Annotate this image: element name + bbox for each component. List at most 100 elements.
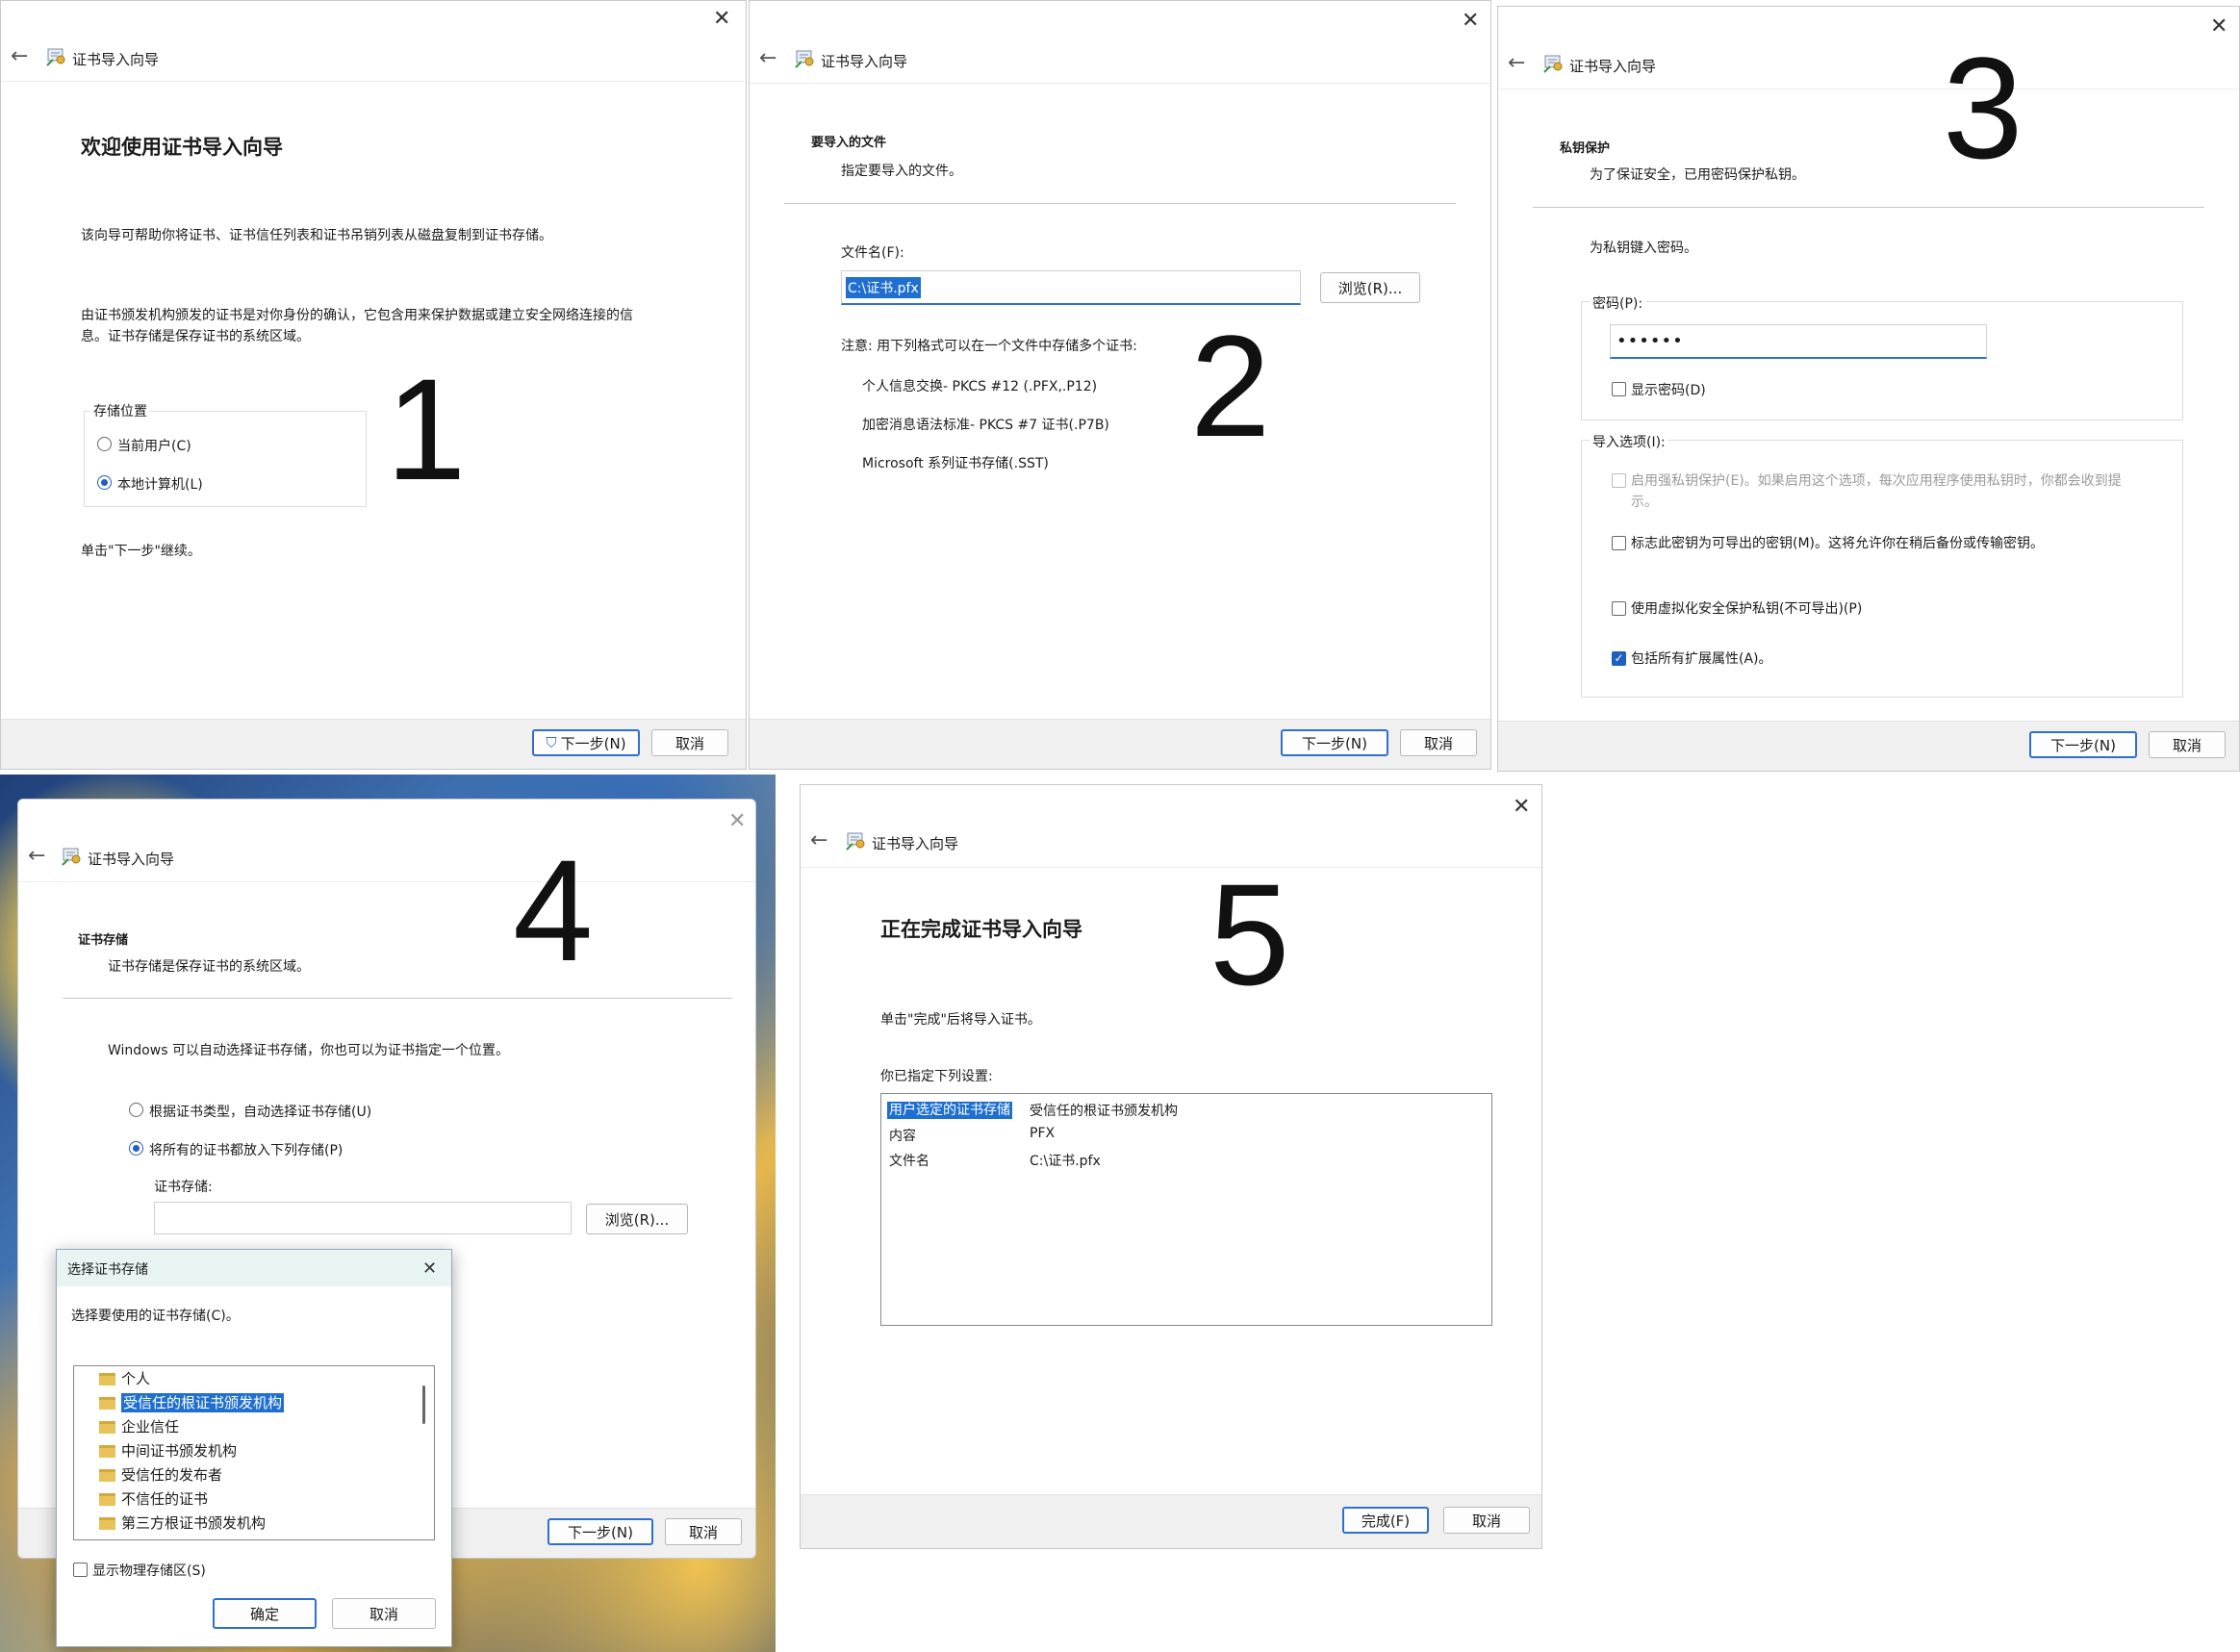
window-title: 证书导入向导 — [88, 851, 175, 868]
description-line2: 息。证书存储是保存证书的系统区域。 — [81, 329, 310, 344]
certificate-icon — [45, 46, 68, 67]
tree-item[interactable]: 不信任的证书 — [99, 1488, 208, 1509]
browse-button[interactable]: 浏览(R)... — [1320, 272, 1420, 303]
tree-item[interactable]: 个人 — [99, 1368, 150, 1388]
title-bar — [750, 1, 1490, 84]
cancel-button[interactable]: 取消 — [651, 729, 728, 756]
tree-item[interactable]: 企业信任 — [99, 1416, 179, 1436]
cancel-button[interactable]: 取消 — [1400, 729, 1477, 756]
exportable-key-checkbox[interactable] — [1612, 536, 1626, 550]
settings-key-text: 用户选定的证书存储 — [887, 1102, 1012, 1119]
wizard-window-step5: ✕ ← 证书导入向导 正在完成证书导入向导 单击"完成"后将导入证书。 你已指定… — [800, 784, 1542, 1549]
store-location-label: 存储位置 — [90, 401, 150, 420]
certificate-icon — [1542, 53, 1565, 74]
dialog-cancel-button[interactable]: 取消 — [332, 1598, 436, 1629]
shield-icon: ⛉ — [546, 734, 557, 751]
back-arrow-icon[interactable]: ← — [759, 48, 776, 69]
close-icon[interactable]: ✕ — [2210, 16, 2227, 38]
back-arrow-icon[interactable]: ← — [1508, 53, 1525, 74]
settings-value: 受信任的根证书颁发机构 — [1030, 1104, 1178, 1119]
section-title: 要导入的文件 — [811, 136, 887, 150]
cancel-button[interactable]: 取消 — [2149, 731, 2226, 758]
settings-label: 你已指定下列设置: — [880, 1069, 993, 1084]
tree-item-label: 企业信任 — [121, 1418, 180, 1436]
browse-button[interactable]: 浏览(R)... — [586, 1204, 688, 1234]
show-physical-checkbox[interactable] — [73, 1563, 88, 1577]
ok-button[interactable]: 确定 — [213, 1598, 317, 1629]
tree-item[interactable]: 中间证书颁发机构 — [99, 1440, 237, 1461]
close-icon[interactable]: ✕ — [728, 811, 746, 832]
settings-list[interactable]: 用户选定的证书存储 受信任的根证书颁发机构 内容 PFX 文件名 C:\证书.p… — [880, 1093, 1492, 1326]
current-user-label: 当前用户(C) — [117, 439, 191, 454]
back-arrow-icon[interactable]: ← — [810, 830, 827, 851]
settings-value: PFX — [1030, 1126, 1056, 1141]
tree-item-label: 受信任的根证书颁发机构 — [121, 1393, 285, 1412]
close-icon[interactable]: ✕ — [1513, 797, 1530, 818]
cancel-button[interactable]: 取消 — [1443, 1507, 1530, 1534]
close-icon[interactable]: ✕ — [1462, 11, 1479, 32]
next-button[interactable]: ⛉ 下一步(N) — [532, 729, 640, 756]
folder-icon — [99, 1493, 115, 1506]
local-machine-label: 本地计算机(L) — [117, 477, 203, 493]
show-physical-label: 显示物理存储区(S) — [92, 1563, 206, 1579]
auto-select-label: 根据证书类型，自动选择证书存储(U) — [149, 1105, 372, 1120]
password-input[interactable]: •••••• — [1610, 324, 1987, 359]
title-bar — [801, 785, 1541, 868]
filename-input[interactable]: C:\证书.pfx — [841, 270, 1301, 305]
intro-text: 该向导可帮助你将证书、证书信任列表和证书吊销列表从磁盘复制到证书存储。 — [81, 228, 552, 243]
auto-select-radio[interactable] — [129, 1103, 143, 1117]
folder-icon — [99, 1421, 115, 1434]
filename-label: 文件名(F): — [841, 245, 904, 261]
extended-properties-checkbox[interactable]: ✓ — [1612, 651, 1626, 666]
show-password-label: 显示密码(D) — [1631, 383, 1706, 398]
next-button[interactable]: 下一步(N) — [1281, 729, 1388, 756]
title-bar — [1498, 7, 2239, 89]
current-user-radio[interactable] — [97, 437, 112, 451]
local-machine-radio[interactable] — [97, 475, 112, 490]
back-arrow-icon[interactable]: ← — [28, 846, 45, 867]
tree-item-label: 受信任的发布者 — [121, 1466, 223, 1484]
finish-instruction: 单击"完成"后将导入证书。 — [880, 1012, 1041, 1028]
back-arrow-icon[interactable]: ← — [11, 46, 28, 67]
dialog-title: 选择证书存储 — [67, 1262, 148, 1278]
wizard-footer: 下一步(N) 取消 — [1498, 721, 2239, 771]
cert-store-input[interactable] — [154, 1202, 572, 1234]
dialog-prompt: 选择要使用的证书存储(C)。 — [71, 1309, 240, 1324]
extended-properties-label: 包括所有扩展属性(A)。 — [1631, 651, 1772, 667]
divider — [784, 203, 1456, 204]
manual-store-radio[interactable] — [129, 1141, 143, 1156]
strong-protection-checkbox[interactable] — [1612, 473, 1626, 488]
next-button[interactable]: 下一步(N) — [2029, 731, 2137, 758]
tree-item[interactable]: 受信任的发布者 — [99, 1464, 222, 1485]
vbs-protection-checkbox[interactable] — [1612, 601, 1626, 616]
tree-item-label: 中间证书颁发机构 — [121, 1442, 238, 1460]
cancel-button[interactable]: 取消 — [665, 1518, 742, 1545]
show-password-checkbox[interactable] — [1612, 382, 1626, 396]
step-number: 4 — [513, 829, 594, 991]
folder-icon — [99, 1469, 115, 1482]
tree-item[interactable]: 第三方根证书颁发机构 — [99, 1512, 266, 1533]
section-subtitle: 指定要导入的文件。 — [841, 164, 962, 179]
close-icon[interactable]: ✕ — [713, 9, 730, 30]
section-title: 证书存储 — [78, 933, 129, 948]
wizard-footer: 下一步(N) 取消 — [750, 719, 1490, 769]
folder-icon — [99, 1373, 115, 1385]
next-button-label: 下一步(N) — [560, 734, 626, 752]
next-button[interactable]: 下一步(N) — [547, 1518, 653, 1545]
store-tree[interactable]: 个人 受信任的根证书颁发机构 企业信任 中间证书颁发机构 受信任的发布者 不信任… — [73, 1365, 435, 1540]
vbs-protection-label: 使用虚拟化安全保护私钥(不可导出)(P) — [1631, 601, 1863, 617]
tree-item-selected[interactable]: 受信任的根证书颁发机构 — [99, 1392, 285, 1412]
folder-icon — [99, 1445, 115, 1458]
finish-button[interactable]: 完成(F) — [1342, 1507, 1429, 1534]
cert-store-label: 证书存储: — [154, 1180, 213, 1195]
scrollbar-thumb[interactable] — [422, 1385, 425, 1424]
section-subtitle: 为了保证安全，已用密码保护私钥。 — [1590, 167, 1805, 183]
close-icon[interactable]: ✕ — [422, 1258, 437, 1280]
step-number: 3 — [1943, 27, 2024, 189]
wizard-footer: 完成(F) 取消 — [801, 1494, 1541, 1548]
strong-protection-label-line2: 示。 — [1631, 495, 1658, 510]
settings-key[interactable]: 用户选定的证书存储 — [887, 1100, 1012, 1119]
format-item: 个人信息交换- PKCS #12 (.PFX,.P12) — [862, 379, 1098, 394]
wizard-window-step2: ✕ ← 证书导入向导 要导入的文件 指定要导入的文件。 文件名(F): C:\证… — [749, 0, 1491, 770]
wizard-footer: ⛉ 下一步(N) 取消 — [1, 719, 746, 769]
